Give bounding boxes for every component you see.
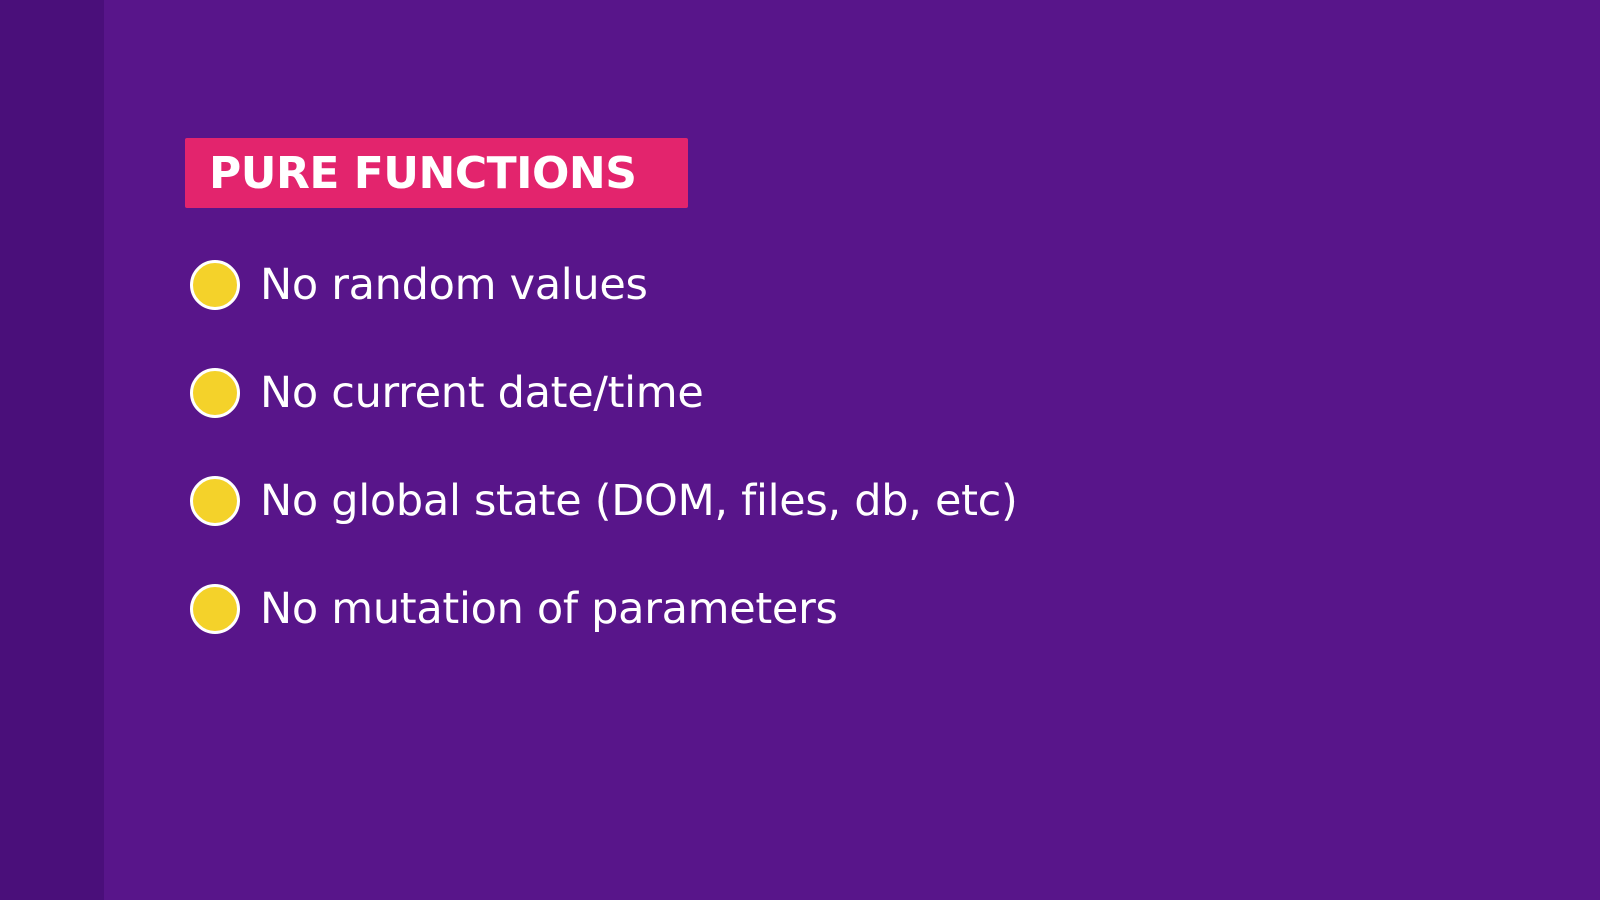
list-item: No current date/time <box>190 364 1018 422</box>
title-badge: PURE FUNCTIONS <box>185 138 688 208</box>
bullet-text: No random values <box>260 260 648 310</box>
bullet-text: No global state (DOM, files, db, etc) <box>260 476 1018 526</box>
bullet-dot-icon <box>190 584 240 634</box>
left-side-strip <box>0 0 104 900</box>
list-item: No global state (DOM, files, db, etc) <box>190 472 1018 530</box>
bullet-dot-icon <box>190 476 240 526</box>
bullet-dot-icon <box>190 260 240 310</box>
bullet-text: No current date/time <box>260 368 704 418</box>
list-item: No random values <box>190 256 1018 314</box>
slide-title: PURE FUNCTIONS <box>209 147 637 199</box>
bullet-list: No random values No current date/time No… <box>190 256 1018 688</box>
bullet-text: No mutation of parameters <box>260 584 838 634</box>
list-item: No mutation of parameters <box>190 580 1018 638</box>
bullet-dot-icon <box>190 368 240 418</box>
